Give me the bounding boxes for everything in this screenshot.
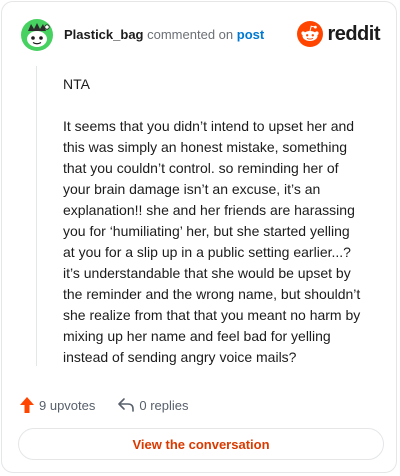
upvotes-label: 9 upvotes — [39, 397, 96, 413]
comment-paragraph: NTA — [63, 76, 90, 92]
reply-count[interactable]: 0 replies — [117, 397, 189, 413]
view-conversation-button[interactable]: View the conversation — [18, 428, 384, 460]
comment-body: NTA It seems that you didn’t intend to u… — [63, 74, 363, 389]
action-text: commented on — [147, 27, 234, 42]
upvote-count[interactable]: 9 upvotes — [19, 396, 95, 414]
snoo-avatar-icon[interactable] — [20, 18, 54, 52]
username[interactable]: Plastick_bag — [64, 27, 144, 42]
brand-name: reddit — [327, 22, 380, 45]
post-link[interactable]: post — [237, 27, 264, 42]
replies-label: 0 replies — [139, 397, 189, 413]
comment-embed-card: Plastick_bag commented on post reddit NT… — [1, 1, 397, 473]
reddit-snoo-icon — [297, 21, 324, 47]
thread-line — [36, 66, 37, 366]
comment-paragraph: It seems that you didn’t intend to upset… — [63, 118, 361, 365]
reply-arrow-icon — [118, 398, 135, 412]
reddit-logo[interactable]: reddit — [297, 20, 380, 48]
upvote-arrow-icon — [20, 397, 34, 413]
comment-footer: 9 upvotes 0 replies — [19, 393, 189, 417]
comment-header: Plastick_bag commented on post reddit — [20, 18, 380, 52]
comment-byline: Plastick_bag commented on post — [64, 27, 264, 43]
